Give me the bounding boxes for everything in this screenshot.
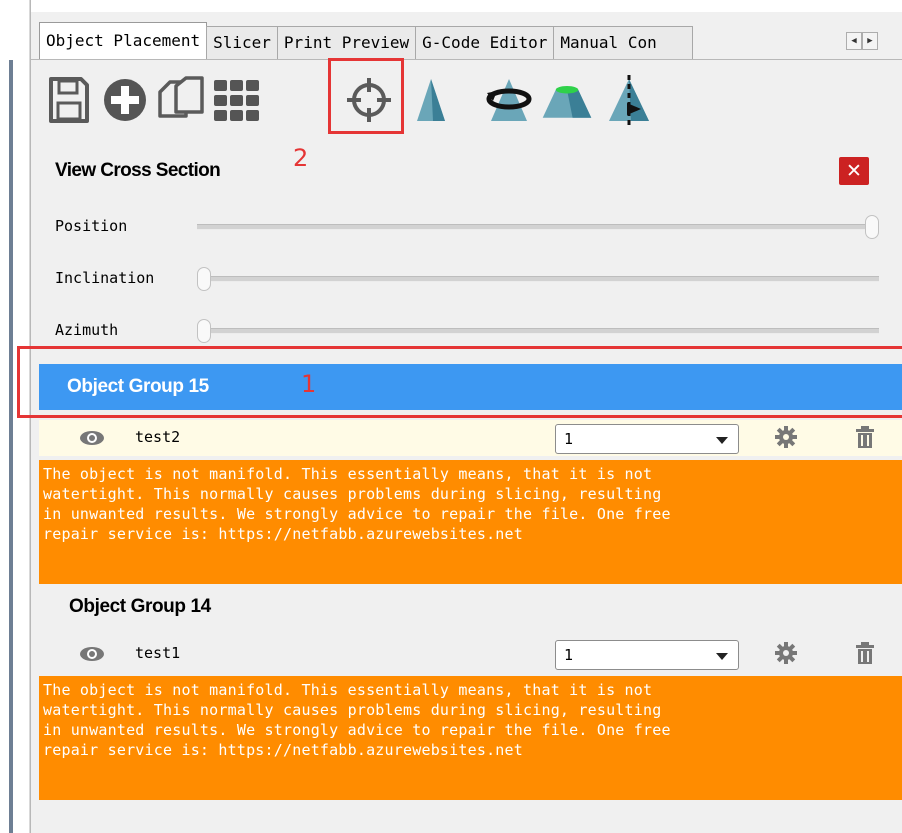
extruder-select-value: 1 bbox=[564, 646, 574, 664]
trash-icon[interactable] bbox=[855, 642, 875, 664]
chevron-down-icon bbox=[716, 653, 728, 660]
rotate-button[interactable] bbox=[481, 70, 537, 130]
position-slider-track[interactable] bbox=[197, 224, 879, 230]
azimuth-slider-row: Azimuth bbox=[55, 316, 881, 346]
autoposition-button[interactable] bbox=[209, 70, 265, 130]
add-icon bbox=[104, 79, 146, 121]
not-manifold-warning: The object is not manifold. This essenti… bbox=[39, 460, 902, 584]
azimuth-label: Azimuth bbox=[55, 321, 119, 339]
tab-scroll-right-button[interactable]: ▶ bbox=[862, 32, 878, 50]
cut-button[interactable] bbox=[601, 70, 657, 130]
tab-scroll-left-button[interactable]: ◀ bbox=[846, 32, 862, 50]
close-cross-section-button[interactable]: ✕ bbox=[839, 157, 869, 185]
tab-bar: Object Placement Slicer Print Preview G-… bbox=[39, 22, 694, 60]
mirror-icon bbox=[417, 79, 445, 121]
gear-icon[interactable] bbox=[775, 426, 797, 448]
azimuth-slider-track[interactable] bbox=[205, 328, 879, 334]
inclination-slider-track[interactable] bbox=[205, 276, 879, 282]
annotation-2: 2 bbox=[293, 144, 309, 172]
object-group-title[interactable]: Object Group 14 bbox=[69, 596, 211, 618]
mirror-button[interactable] bbox=[401, 70, 457, 130]
object-placement-panel: Object Placement Slicer Print Preview G-… bbox=[17, 0, 902, 833]
azimuth-slider-thumb[interactable] bbox=[197, 319, 211, 343]
eye-icon[interactable] bbox=[79, 645, 105, 663]
cross-section-title: View Cross Section bbox=[55, 160, 221, 181]
copy-icon bbox=[158, 76, 204, 118]
position-slider-row: Position bbox=[55, 212, 881, 242]
position-slider-thumb[interactable] bbox=[865, 215, 879, 239]
place-flat-icon bbox=[542, 86, 592, 118]
add-object-button[interactable] bbox=[97, 70, 153, 130]
extruder-select[interactable]: 1 bbox=[555, 640, 739, 670]
rotate-icon bbox=[486, 79, 532, 121]
cut-icon bbox=[609, 75, 649, 125]
trash-icon[interactable] bbox=[855, 426, 875, 448]
tab-object-placement[interactable]: Object Placement bbox=[39, 22, 208, 60]
inclination-slider-row: Inclination bbox=[55, 264, 881, 294]
eye-icon[interactable] bbox=[79, 429, 105, 447]
tab-manual-control[interactable]: Manual Con bbox=[553, 26, 694, 60]
object-row[interactable]: test1 1 bbox=[39, 636, 902, 672]
extruder-select[interactable]: 1 bbox=[555, 424, 739, 454]
tab-gcode-editor[interactable]: G-Code Editor bbox=[415, 26, 555, 60]
object-name: test2 bbox=[135, 428, 181, 446]
tab-print-preview[interactable]: Print Preview bbox=[276, 26, 417, 60]
gear-icon[interactable] bbox=[775, 642, 797, 664]
grid-icon bbox=[214, 80, 259, 121]
tab-scroll-buttons: ◀ ▶ bbox=[846, 32, 878, 50]
selection-highlight bbox=[17, 346, 902, 418]
position-label: Position bbox=[55, 217, 128, 235]
not-manifold-warning: The object is not manifold. This essenti… bbox=[39, 676, 902, 800]
object-name: test1 bbox=[135, 644, 181, 662]
inclination-label: Inclination bbox=[55, 269, 155, 287]
copy-object-button[interactable] bbox=[153, 70, 209, 130]
cross-section-highlight bbox=[328, 58, 404, 134]
inclination-slider-thumb[interactable] bbox=[197, 267, 211, 291]
place-flat-button[interactable] bbox=[539, 70, 595, 130]
tab-slicer[interactable]: Slicer bbox=[206, 26, 278, 60]
save-button[interactable] bbox=[41, 70, 97, 130]
extruder-select-value: 1 bbox=[564, 430, 574, 448]
save-icon bbox=[49, 77, 89, 123]
object-row[interactable]: test2 1 bbox=[39, 420, 902, 456]
left-edge-bar bbox=[9, 60, 13, 833]
chevron-down-icon bbox=[716, 437, 728, 444]
